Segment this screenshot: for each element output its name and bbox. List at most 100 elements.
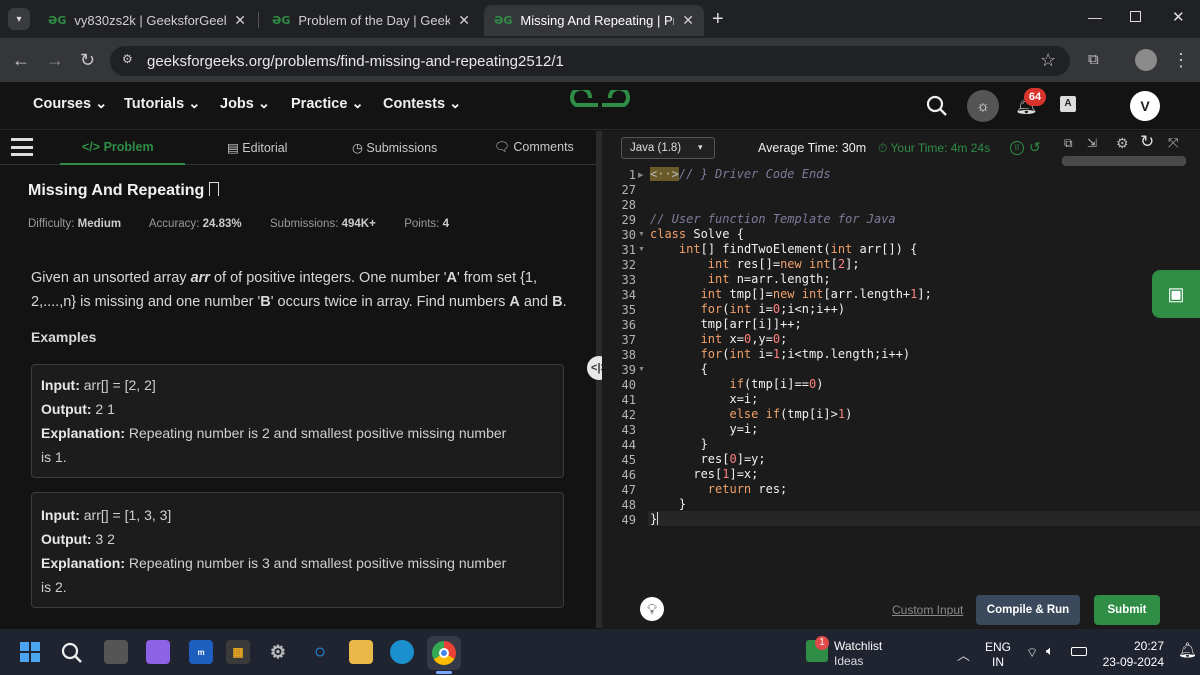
task-view-icon[interactable] [104,640,128,664]
tab-submissions[interactable]: ◷ Submissions [352,140,437,155]
browser-tab-profile[interactable]: ƏG vy830zs2k | GeeksforGeeks Prof ✕ [38,5,256,36]
export-icon[interactable]: ⇲ [1087,136,1097,150]
close-icon[interactable]: ✕ [234,12,246,29]
reload-icon[interactable]: ↻ [80,50,95,71]
bookmark-star-icon[interactable]: ☆ [1040,50,1056,71]
chrome-icon[interactable] [427,636,461,670]
notification-bell-icon[interactable]: 🔔︎ [1178,641,1197,659]
example-input: Input: arr[] = [1, 3, 3] [41,507,172,523]
fullscreen-icon[interactable]: ⤧ [1168,135,1178,151]
example-output: Output: 2 1 [41,401,115,417]
nav-practice[interactable]: Practice ⌄ [291,96,364,112]
hint-lightbulb-icon[interactable]: 💡︎ [640,597,664,621]
browser-tab-potd[interactable]: ƏG Problem of the Day | GeeksforG ✕ [262,5,480,36]
example-explanation-cont: is 2. [41,579,67,595]
search-icon[interactable] [926,95,948,117]
line-number: 47 [621,483,636,497]
clock-time[interactable]: 20:27 [1100,639,1164,653]
code-line-41: x=i; [650,392,759,406]
submit-button[interactable]: Submit [1094,595,1160,625]
code-line-34: int tmp[]=new int[arr.length+1]; [700,287,932,301]
forward-arrow-icon[interactable]: → [46,50,64,71]
nav-courses[interactable]: Courses ⌄ [33,96,107,112]
chevron-down-icon: ▾ [698,142,703,152]
editor-scrollbar[interactable] [1062,156,1186,166]
example-output: Output: 3 2 [41,531,115,547]
settings-icon[interactable]: ⚙ [1116,135,1129,152]
line-number: 32 [621,258,636,272]
search-icon[interactable] [61,642,83,664]
url-field[interactable]: ⚙ geeksforgeeks.org/problems/find-missin… [110,46,1070,76]
fold-arrow-icon[interactable]: ▶ [638,171,643,179]
watchlist-subtitle: Ideas [834,654,864,668]
nav-tutorials[interactable]: Tutorials ⌄ [124,96,200,112]
edge-icon[interactable] [390,640,414,664]
user-avatar[interactable]: V [1130,91,1160,121]
pause-icon[interactable]: II [1010,141,1024,155]
gfg-logo[interactable] [570,90,630,120]
windows-start-icon[interactable] [20,642,40,662]
back-arrow-icon[interactable]: ← [12,50,30,71]
close-window-button[interactable]: ✕ [1172,8,1185,26]
extensions-icon[interactable]: ⧉ [1088,51,1099,68]
line-number: 1 [628,168,636,182]
code-line-29: // User function Template for Java [650,212,896,226]
copilot-icon[interactable] [146,640,170,664]
browser-menu-icon[interactable]: ⋮ [1172,50,1190,71]
custom-input-link[interactable]: Custom Input [892,603,963,617]
hamburger-menu-icon[interactable] [11,138,33,156]
copy-icon[interactable]: ⧉ [1064,136,1073,151]
browser-profile-avatar[interactable] [1135,49,1157,71]
store-icon[interactable]: ▦ [226,640,250,664]
your-time: ⏱ Your Time: 4m 24s [878,141,991,155]
fold-arrow-icon[interactable]: ▼ [638,246,645,253]
tab-editorial[interactable]: ▤ Editorial [227,140,287,155]
compile-run-button[interactable]: Compile & Run [976,595,1080,625]
wifi-icon[interactable]: ⌔ [1026,645,1038,661]
restore-button[interactable] [1130,11,1141,22]
volume-icon[interactable]: 🔈︎ [1046,643,1054,659]
code-line-35: for(int i=0;i<n;i++) [700,302,846,316]
site-info-icon[interactable]: ⚙ [122,52,133,66]
chevron-up-icon[interactable]: ︿ [957,645,970,664]
settings-icon[interactable]: ⚙ [266,640,290,664]
code-line-40: if(tmp[i]==0) [729,377,824,391]
reset-code-icon[interactable]: ↻ [1140,132,1154,152]
tab-search-button[interactable]: ▾ [8,8,30,30]
nav-jobs[interactable]: Jobs ⌄ [220,96,270,112]
close-icon[interactable]: ✕ [458,12,470,29]
translate-icon[interactable]: A [1060,96,1076,112]
average-time: Average Time: 30m [758,141,867,155]
fold-arrow-icon[interactable]: ▼ [638,366,645,373]
file-explorer-icon[interactable] [349,640,373,664]
watchlist-title[interactable]: Watchlist [834,639,882,653]
code-line-37: int x=0,y=0; [700,332,788,346]
new-tab-button[interactable]: + [712,8,724,31]
theme-toggle-icon[interactable]: ☼ [967,90,999,122]
chat-icon[interactable]: ▣ [1152,270,1200,318]
fold-arrow-icon[interactable]: ▼ [638,231,645,238]
reset-timer-icon[interactable]: ↺ [1029,139,1041,156]
line-number: 43 [621,423,636,437]
tab-comments[interactable]: 🗨︎ Comments [494,140,574,155]
close-icon[interactable]: ✕ [682,12,694,29]
code-line-38: for(int i=1;i<tmp.length;i++) [700,347,911,361]
cortana-icon[interactable]: ○ [308,640,332,664]
minimize-button[interactable]: — [1088,9,1102,25]
code-line-32: int res[]=new int[2]; [707,257,860,271]
language-select[interactable]: Java (1.8) ▾ [621,137,715,159]
tab-problem[interactable]: </> Problem [82,140,154,154]
line-number: 45 [621,453,636,467]
example-explanation: Explanation: Repeating number is 3 and s… [41,555,507,571]
clock-date[interactable]: 23-09-2024 [1100,655,1164,669]
browser-tab-active[interactable]: ƏG Missing And Repeating | Practic ✕ [484,5,704,36]
language-indicator[interactable]: ENG IN [985,640,1011,670]
line-number: 27 [621,183,636,197]
line-number: 44 [621,438,636,452]
line-number: 34 [621,288,636,302]
problem-title: Missing And Repeating [28,182,219,200]
bookmark-icon[interactable] [208,182,219,196]
battery-icon[interactable] [1071,647,1087,656]
nav-contests[interactable]: Contests ⌄ [383,96,461,112]
mobile-app-icon[interactable]: m [189,640,213,664]
